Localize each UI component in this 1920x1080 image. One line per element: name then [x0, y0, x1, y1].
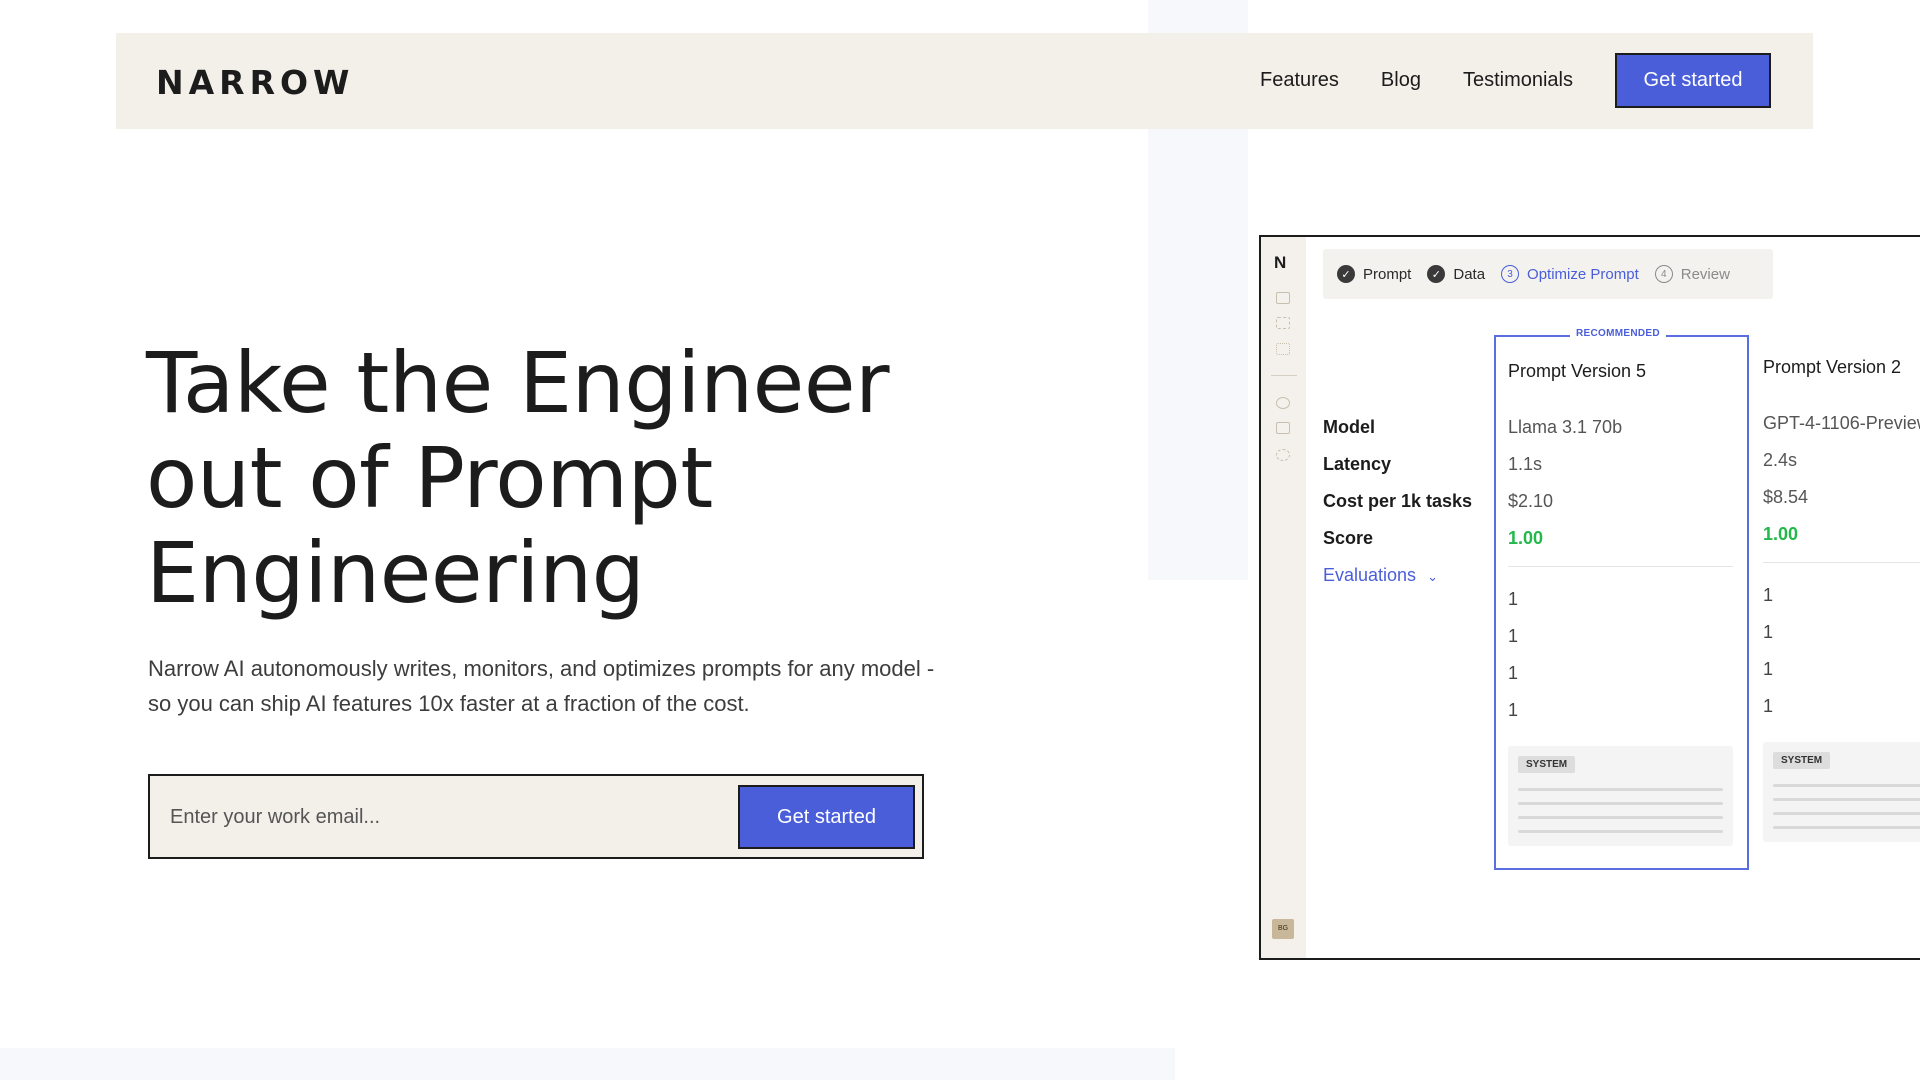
mockup-sidebar: N BG [1261, 237, 1306, 958]
evaluation-value: 1 [1763, 659, 1774, 679]
text-placeholder-line [1773, 784, 1920, 787]
model-value: GPT-4-1106-Preview [1763, 413, 1920, 433]
score-value: 1.00 [1763, 524, 1799, 544]
step-label: Review [1680, 265, 1730, 283]
evaluations-label: Evaluations [1323, 565, 1417, 585]
step-data: ✓ Data [1427, 265, 1485, 283]
comparison-row-labels: Model Latency Cost per 1k tasks Score Ev… [1323, 409, 1472, 594]
step-optimize-prompt: 3 Optimize Prompt [1501, 265, 1639, 283]
evaluation-values: 1 1 1 1 [1508, 581, 1518, 729]
nav-link-testimonials[interactable]: Testimonials [1463, 69, 1573, 92]
text-placeholder-line [1518, 830, 1723, 833]
card-divider [1508, 566, 1733, 567]
text-placeholder-line [1518, 816, 1723, 819]
narrow-logo[interactable]: NARROW [156, 63, 354, 102]
card-title: Prompt Version 5 [1508, 361, 1647, 381]
stepper: ✓ Prompt ✓ Data 3 Optimize Prompt 4 Revi… [1323, 249, 1773, 299]
gear-icon [1276, 397, 1290, 409]
document-icon [1276, 292, 1290, 304]
step-label: Data [1453, 265, 1486, 283]
evaluation-values: 1 1 1 1 [1763, 577, 1773, 725]
chevron-down-icon: ⌄ [1427, 569, 1438, 584]
text-placeholder-line [1518, 802, 1723, 805]
evaluations-toggle: Evaluations ⌄ [1323, 557, 1472, 594]
check-circle-icon: ✓ [1337, 265, 1355, 283]
top-nav: NARROW Features Blog Testimonials Get st… [116, 33, 1813, 129]
evaluation-value: 1 [1508, 626, 1519, 646]
work-email-input[interactable] [168, 794, 672, 841]
system-prompt-preview: SYSTEM [1763, 742, 1920, 842]
prompt-version-card-recommended: RECOMMENDED Prompt Version 5 Llama 3.1 7… [1494, 328, 1749, 870]
avatar: BG [1272, 919, 1294, 939]
step-label: Optimize Prompt [1527, 265, 1639, 283]
recommended-badge: RECOMMENDED [1570, 328, 1666, 339]
system-badge: SYSTEM [1518, 756, 1576, 773]
check-circle-icon: ✓ [1427, 265, 1446, 283]
evaluation-value: 1 [1508, 663, 1519, 683]
text-placeholder-line [1773, 812, 1920, 815]
evaluation-value: 1 [1763, 622, 1774, 642]
hero-title: Take the Engineer out of Prompt Engineer… [146, 334, 890, 622]
list-icon [1276, 343, 1290, 355]
prompt-version-card: Prompt Version 2 GPT-4-1106-Preview 2.4s… [1751, 333, 1920, 868]
latency-value: 1.1s [1508, 454, 1543, 474]
card-title: Prompt Version 2 [1763, 357, 1902, 377]
text-placeholder-line [1518, 788, 1723, 791]
model-value: Llama 3.1 70b [1508, 417, 1623, 437]
email-signup-form: Get started [148, 774, 924, 859]
text-placeholder-line [1773, 826, 1920, 829]
step-prompt: ✓ Prompt [1337, 265, 1411, 283]
card-values: GPT-4-1106-Preview 2.4s $8.54 1.00 [1763, 405, 1920, 553]
card-values: Llama 3.1 70b 1.1s $2.10 1.00 [1508, 409, 1622, 557]
product-screenshot: N BG ✓ Prompt ✓ Data 3 Optimize Prompt 4… [1259, 235, 1920, 960]
nav-links: Features Blog Testimonials Get started [1260, 53, 1771, 108]
nav-link-features[interactable]: Features [1260, 69, 1339, 92]
sliders-icon [1276, 317, 1290, 329]
step-number: 4 [1654, 265, 1673, 283]
evaluation-value: 1 [1763, 696, 1774, 716]
hero-subtitle: Narrow AI autonomously writes, monitors,… [148, 656, 935, 716]
move-icon [1276, 449, 1290, 461]
evaluation-value: 1 [1763, 585, 1774, 605]
step-review: 4 Review [1654, 265, 1730, 283]
nav-get-started-button[interactable]: Get started [1615, 53, 1771, 108]
background-block [0, 1048, 1175, 1080]
evaluation-value: 1 [1508, 700, 1519, 720]
step-label: Prompt [1363, 265, 1412, 283]
row-label-cost: Cost per 1k tasks [1323, 491, 1473, 511]
cost-value: $2.10 [1508, 491, 1554, 511]
step-number: 3 [1501, 265, 1520, 283]
nav-link-blog[interactable]: Blog [1381, 69, 1421, 92]
system-badge: SYSTEM [1773, 752, 1831, 769]
card-divider [1763, 562, 1920, 563]
sidebar-divider [1271, 375, 1297, 376]
narrow-mini-logo: N [1274, 253, 1287, 272]
evaluation-value: 1 [1508, 589, 1519, 609]
latency-value: 2.4s [1763, 450, 1798, 470]
row-label-latency: Latency [1323, 454, 1392, 474]
row-label-model: Model [1323, 417, 1375, 437]
hero-get-started-button[interactable]: Get started [738, 785, 915, 849]
book-icon [1276, 422, 1290, 434]
score-value: 1.00 [1508, 528, 1544, 548]
system-prompt-preview: SYSTEM [1508, 746, 1733, 846]
text-placeholder-line [1773, 798, 1920, 801]
cost-value: $8.54 [1763, 487, 1809, 507]
row-label-score: Score [1323, 528, 1374, 548]
